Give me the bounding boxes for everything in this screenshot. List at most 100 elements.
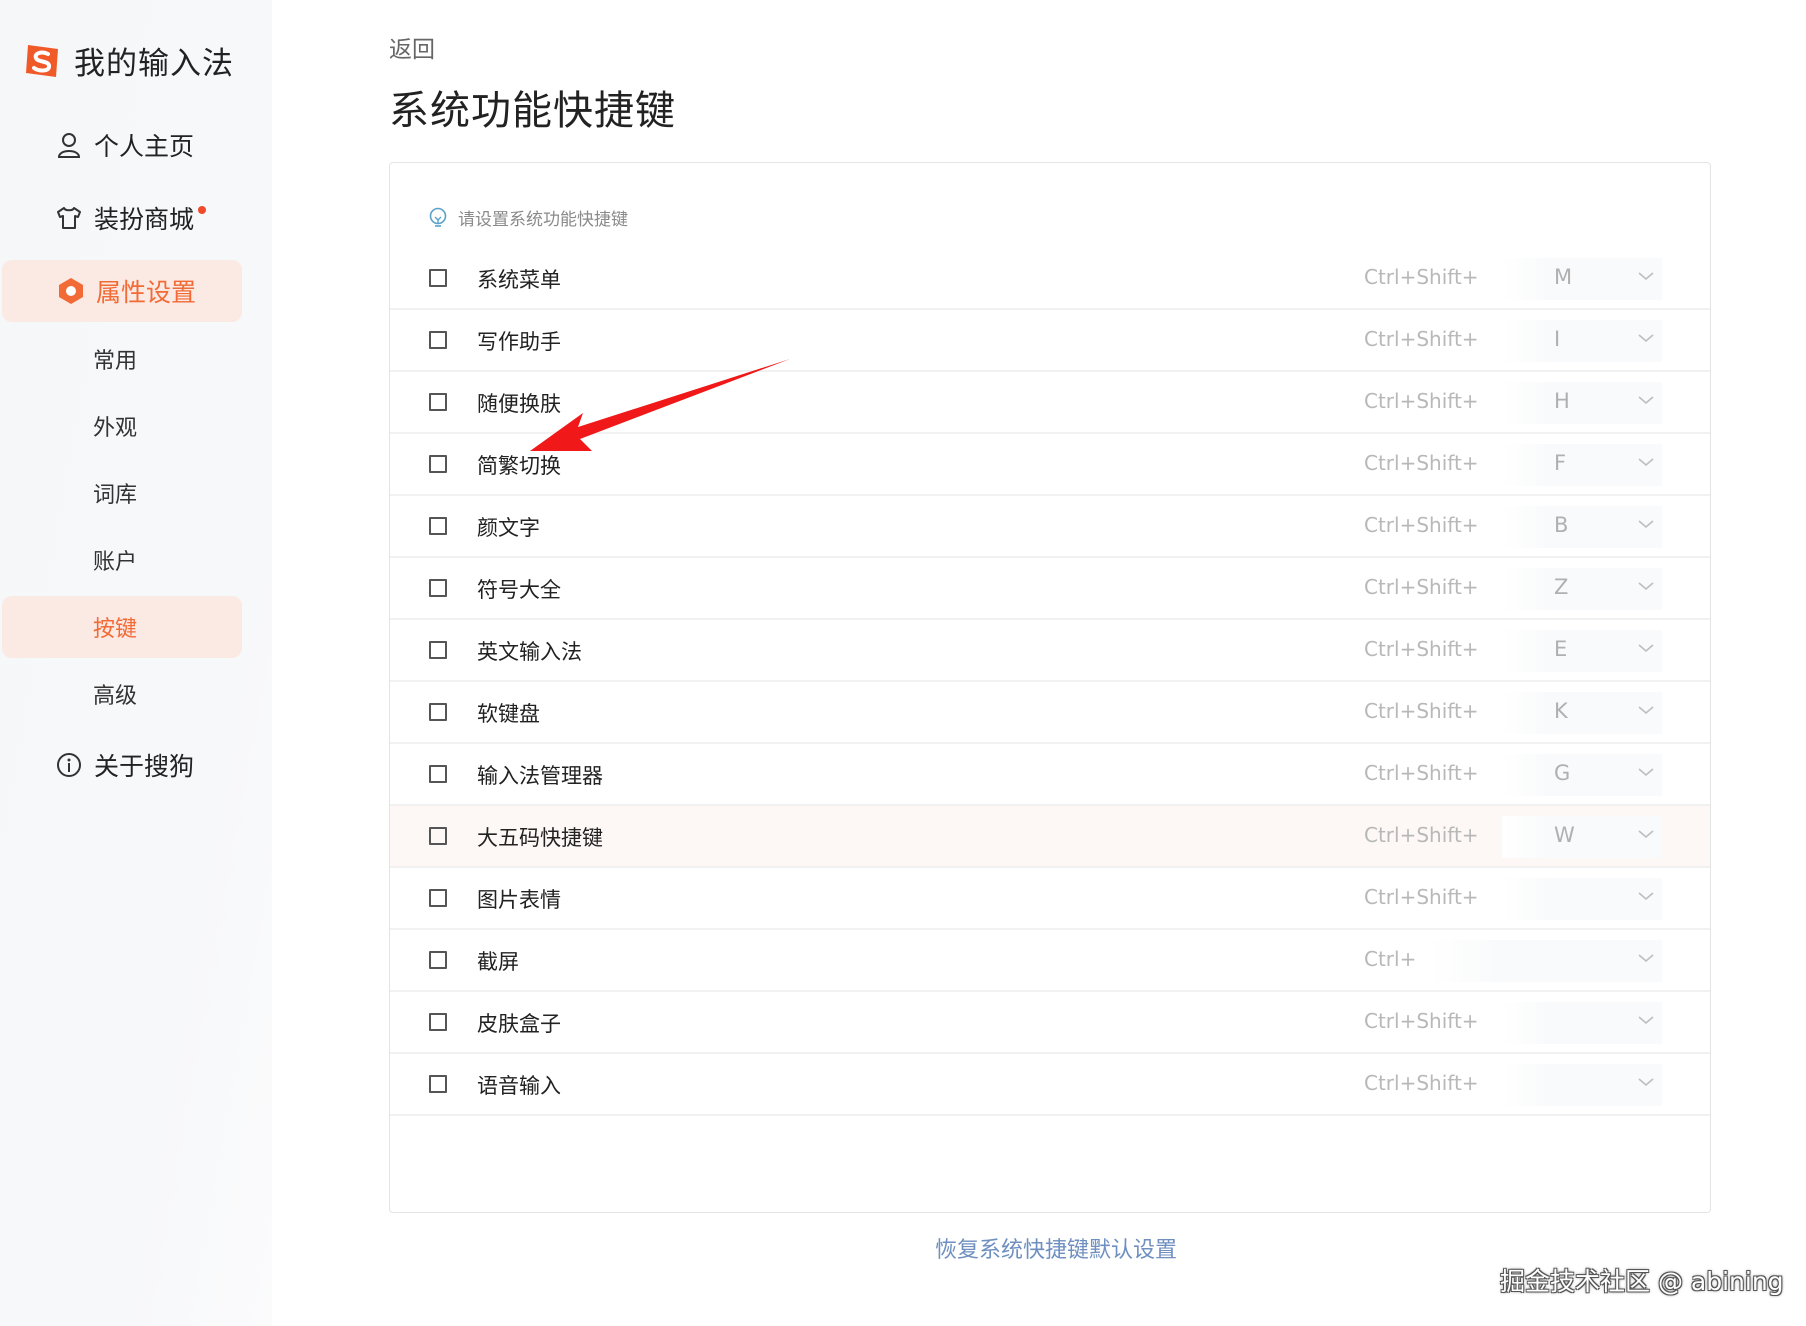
row-label: 皮肤盒子 xyxy=(477,1012,561,1036)
watermark: 掘金技术社区 @ abining xyxy=(1500,1267,1784,1296)
sub-item-common[interactable]: 常用 xyxy=(0,328,242,390)
modifier-prefix: Ctrl+Shift+ xyxy=(1364,885,1479,909)
chevron-down-icon[interactable] xyxy=(1637,704,1655,716)
row-checkbox[interactable] xyxy=(429,393,447,411)
chevron-down-icon[interactable] xyxy=(1637,1014,1655,1026)
sub-item-account[interactable]: 账户 xyxy=(0,529,242,591)
modifier-prefix: Ctrl+Shift+ xyxy=(1364,1009,1479,1033)
chevron-down-icon[interactable] xyxy=(1637,518,1655,530)
brand-title: 我的输入法 xyxy=(74,46,234,82)
key-value: G xyxy=(1554,761,1571,785)
sub-item-appearance[interactable]: 外观 xyxy=(0,395,242,457)
sogou-logo-icon xyxy=(26,44,58,77)
row-checkbox[interactable] xyxy=(429,331,447,349)
shortcut-row: 皮肤盒子 Ctrl+Shift+ xyxy=(390,992,1710,1054)
row-checkbox[interactable] xyxy=(429,951,447,969)
modifier-prefix: Ctrl+Shift+ xyxy=(1364,1071,1479,1095)
row-label: 输入法管理器 xyxy=(477,764,603,788)
sub-item-keys[interactable]: 按键 xyxy=(2,596,242,658)
modifier-prefix: Ctrl+Shift+ xyxy=(1364,265,1479,289)
key-value: W xyxy=(1554,823,1575,847)
row-label: 符号大全 xyxy=(477,578,561,602)
key-value: B xyxy=(1554,513,1569,537)
row-label: 大五码快捷键 xyxy=(477,826,603,850)
chevron-down-icon[interactable] xyxy=(1637,642,1655,654)
user-icon xyxy=(54,130,84,160)
chevron-down-icon[interactable] xyxy=(1637,270,1655,282)
back-link[interactable]: 返回 xyxy=(389,30,435,64)
chevron-down-icon[interactable] xyxy=(1637,1076,1655,1088)
chevron-down-icon[interactable] xyxy=(1637,456,1655,468)
row-checkbox[interactable] xyxy=(429,703,447,721)
chevron-down-icon[interactable] xyxy=(1637,766,1655,778)
modifier-prefix: Ctrl+Shift+ xyxy=(1364,389,1479,413)
row-label: 软键盘 xyxy=(477,702,540,726)
shortcut-row: 大五码快捷键 Ctrl+Shift+ W xyxy=(390,806,1710,868)
shortcut-row: 语音输入 Ctrl+Shift+ xyxy=(390,1054,1710,1116)
row-label: 英文输入法 xyxy=(477,640,582,664)
modifier-prefix: Ctrl+ xyxy=(1364,947,1417,971)
key-value: H xyxy=(1554,389,1570,413)
key-select[interactable] xyxy=(1430,940,1662,982)
row-label: 颜文字 xyxy=(477,516,540,540)
modifier-prefix: Ctrl+Shift+ xyxy=(1364,761,1479,785)
brand: 我的输入法 xyxy=(22,38,234,83)
chevron-down-icon[interactable] xyxy=(1637,952,1655,964)
chevron-down-icon[interactable] xyxy=(1637,394,1655,406)
nav-item-store[interactable]: 装扮商城 xyxy=(0,187,242,249)
sub-item-dictionary[interactable]: 词库 xyxy=(0,462,242,524)
hint-text: 请设置系统功能快捷键 xyxy=(458,210,628,230)
key-value: Z xyxy=(1554,575,1569,599)
chevron-down-icon[interactable] xyxy=(1637,580,1655,592)
chevron-down-icon[interactable] xyxy=(1637,890,1655,902)
row-checkbox[interactable] xyxy=(429,1013,447,1031)
key-value: I xyxy=(1554,327,1561,351)
shirt-icon xyxy=(54,203,84,233)
chevron-down-icon[interactable] xyxy=(1637,332,1655,344)
row-checkbox[interactable] xyxy=(429,765,447,783)
row-checkbox[interactable] xyxy=(429,579,447,597)
row-checkbox[interactable] xyxy=(429,889,447,907)
nav-label-about: 关于搜狗 xyxy=(94,752,195,781)
shortcut-row: 颜文字 Ctrl+Shift+ B xyxy=(390,496,1710,558)
shortcut-row: 系统菜单 Ctrl+Shift+ M xyxy=(390,248,1710,310)
row-checkbox[interactable] xyxy=(429,517,447,535)
annotation-arrow-icon xyxy=(530,359,790,451)
modifier-prefix: Ctrl+Shift+ xyxy=(1364,575,1479,599)
modifier-prefix: Ctrl+Shift+ xyxy=(1364,699,1479,723)
notification-dot xyxy=(198,206,207,214)
hint: 请设置系统功能快捷键 xyxy=(428,205,628,230)
modifier-prefix: Ctrl+Shift+ xyxy=(1364,451,1479,475)
modifier-prefix: Ctrl+Shift+ xyxy=(1364,637,1479,661)
shortcut-row: 符号大全 Ctrl+Shift+ Z xyxy=(390,558,1710,620)
shortcut-row: 截屏 Ctrl+ xyxy=(390,930,1710,992)
row-label: 语音输入 xyxy=(477,1074,561,1098)
row-label: 写作助手 xyxy=(477,330,561,354)
modifier-prefix: Ctrl+Shift+ xyxy=(1364,823,1479,847)
row-checkbox[interactable] xyxy=(429,269,447,287)
info-icon xyxy=(54,750,84,780)
row-checkbox[interactable] xyxy=(429,455,447,473)
shortcut-row: 英文输入法 Ctrl+Shift+ E xyxy=(390,620,1710,682)
row-checkbox[interactable] xyxy=(429,641,447,659)
page-title: 系统功能快捷键 xyxy=(389,88,676,134)
key-value: K xyxy=(1554,699,1568,723)
shortcut-row: 图片表情 Ctrl+Shift+ xyxy=(390,868,1710,930)
modifier-prefix: Ctrl+Shift+ xyxy=(1364,327,1479,351)
lightbulb-icon xyxy=(429,207,447,227)
nav-item-about[interactable]: 关于搜狗 xyxy=(0,734,242,796)
row-checkbox[interactable] xyxy=(429,827,447,845)
chevron-down-icon[interactable] xyxy=(1637,828,1655,840)
key-value: F xyxy=(1554,451,1567,475)
row-checkbox[interactable] xyxy=(429,1075,447,1093)
nav-label-settings: 属性设置 xyxy=(96,278,197,307)
restore-defaults-link[interactable]: 恢复系统快捷键默认设置 xyxy=(935,1232,1177,1264)
shortcut-row: 输入法管理器 Ctrl+Shift+ G xyxy=(390,744,1710,806)
nav-item-settings[interactable]: 属性设置 xyxy=(2,260,242,322)
nav-label-store: 装扮商城 xyxy=(94,205,195,234)
row-label: 系统菜单 xyxy=(477,268,561,292)
modifier-prefix: Ctrl+Shift+ xyxy=(1364,513,1479,537)
shortcut-row: 软键盘 Ctrl+Shift+ K xyxy=(390,682,1710,744)
nav-item-profile[interactable]: 个人主页 xyxy=(0,114,242,176)
sub-item-advanced[interactable]: 高级 xyxy=(0,663,242,725)
